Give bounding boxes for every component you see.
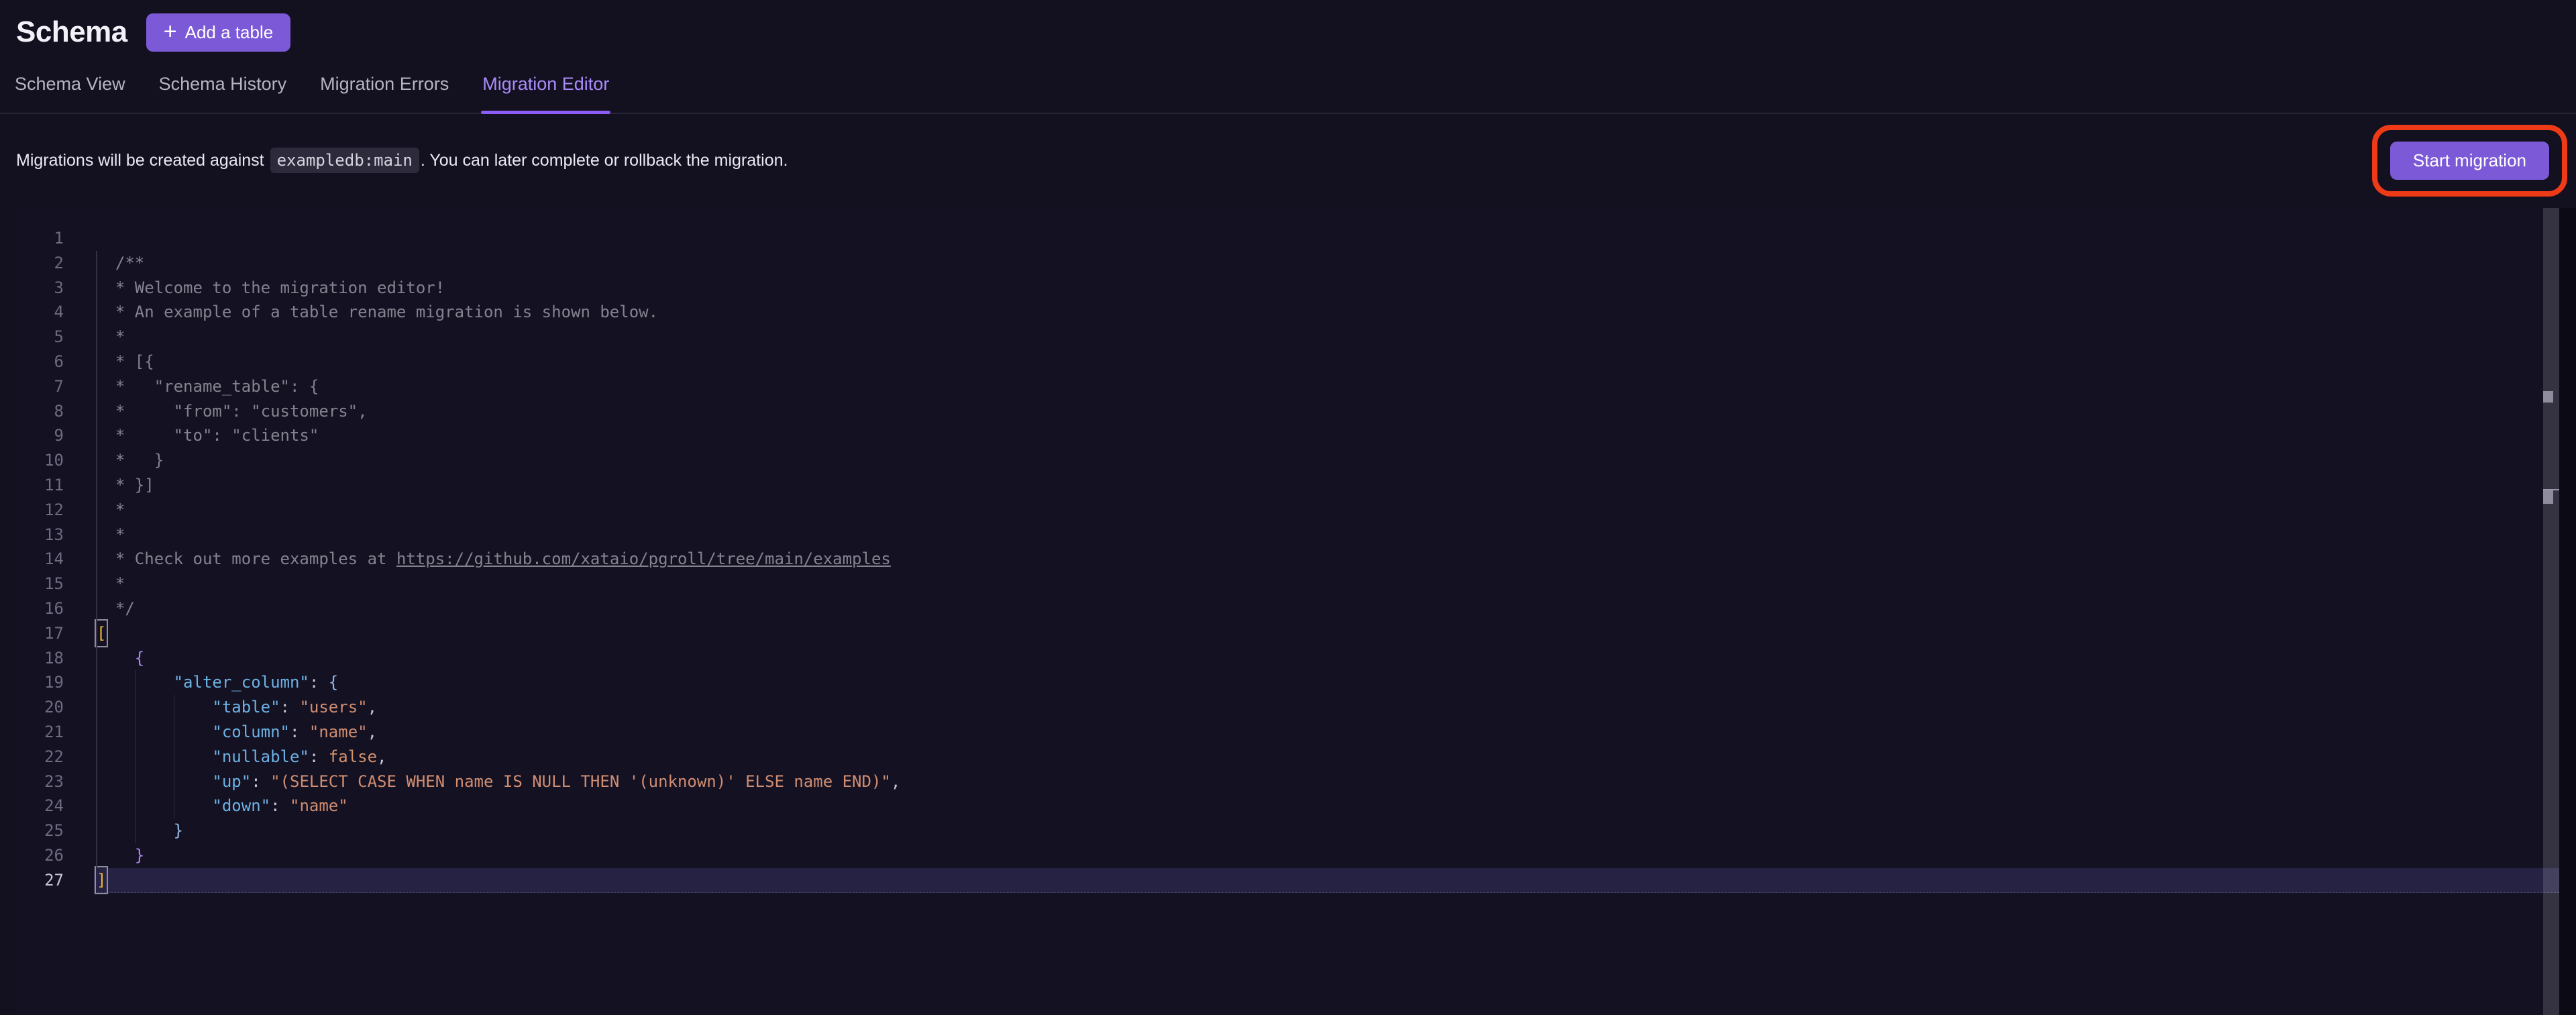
- code-line[interactable]: * [{: [96, 350, 2559, 374]
- page-title: Schema: [16, 15, 127, 49]
- code-line[interactable]: * "to": "clients": [96, 423, 2559, 448]
- tab-schema-view[interactable]: Schema View: [13, 74, 127, 113]
- code-line[interactable]: "down": "name": [96, 794, 2559, 818]
- code-line[interactable]: * Welcome to the migration editor!: [96, 276, 2559, 301]
- editor-right-margin: [2559, 208, 2576, 1015]
- add-table-button[interactable]: + Add a table: [146, 13, 290, 52]
- add-table-label: Add a table: [185, 22, 274, 43]
- matched-bracket: [: [96, 621, 107, 646]
- indent-guide: [174, 695, 175, 818]
- code-line[interactable]: *: [96, 523, 2559, 547]
- code-line[interactable]: [96, 226, 2559, 251]
- code-line[interactable]: *: [96, 498, 2559, 523]
- matched-bracket: ]: [96, 867, 107, 893]
- tab-migration-editor[interactable]: Migration Editor: [481, 74, 610, 113]
- tab-bar: Schema View Schema History Migration Err…: [0, 64, 2576, 114]
- code-line[interactable]: "nullable": false,: [96, 745, 2559, 769]
- code-line[interactable]: *: [96, 325, 2559, 350]
- migration-code-editor[interactable]: 1234567891011121314151617181920212223242…: [16, 208, 2559, 1015]
- migration-info-row: Migrations will be created against examp…: [0, 125, 2576, 197]
- migration-info-text: Migrations will be created against examp…: [16, 151, 788, 170]
- code-line[interactable]: "alter_column": {: [96, 670, 2559, 695]
- code-line[interactable]: * Check out more examples at https://git…: [96, 547, 2559, 572]
- scrollbar-marker: [2543, 490, 2553, 504]
- code-line[interactable]: * }: [96, 448, 2559, 473]
- info-prefix: Migrations will be created against: [16, 151, 264, 170]
- code-line[interactable]: *: [96, 572, 2559, 596]
- code-line[interactable]: {: [96, 646, 2559, 671]
- code-line[interactable]: "table": "users",: [96, 695, 2559, 720]
- code-line[interactable]: /**: [96, 251, 2559, 276]
- code-lines[interactable]: /** * Welcome to the migration editor! *…: [16, 226, 2559, 893]
- code-link[interactable]: https://github.com/xataio/pgroll/tree/ma…: [396, 549, 891, 568]
- info-suffix: . You can later complete or rollback the…: [421, 151, 788, 170]
- annotation-highlight-ring: Start migration: [2372, 125, 2567, 197]
- code-line[interactable]: * "from": "customers",: [96, 399, 2559, 424]
- code-line[interactable]: }: [96, 818, 2559, 843]
- indent-guide: [135, 670, 136, 843]
- code-line[interactable]: "column": "name",: [96, 720, 2559, 745]
- code-line[interactable]: "up": "(SELECT CASE WHEN name IS NULL TH…: [96, 769, 2559, 794]
- indent-guide: [96, 251, 97, 868]
- plus-icon: +: [164, 20, 177, 43]
- editor-scrollbar[interactable]: [2543, 208, 2559, 1015]
- scrollbar-marker: [2543, 391, 2553, 403]
- code-line[interactable]: * "rename_table": {: [96, 374, 2559, 399]
- tab-migration-errors[interactable]: Migration Errors: [319, 74, 450, 113]
- code-line[interactable]: [: [96, 621, 2559, 646]
- code-line[interactable]: }: [96, 843, 2559, 868]
- tab-schema-history[interactable]: Schema History: [158, 74, 288, 113]
- database-branch-chip: exampledb:main: [270, 148, 419, 173]
- code-line[interactable]: */: [96, 596, 2559, 621]
- code-line[interactable]: * An example of a table rename migration…: [96, 300, 2559, 325]
- code-line[interactable]: * }]: [96, 473, 2559, 498]
- start-migration-button[interactable]: Start migration: [2390, 142, 2549, 180]
- code-line[interactable]: ]: [96, 868, 2559, 893]
- page-header: Schema + Add a table: [0, 0, 2576, 58]
- editor-code-area[interactable]: /** * Welcome to the migration editor! *…: [16, 226, 2559, 1015]
